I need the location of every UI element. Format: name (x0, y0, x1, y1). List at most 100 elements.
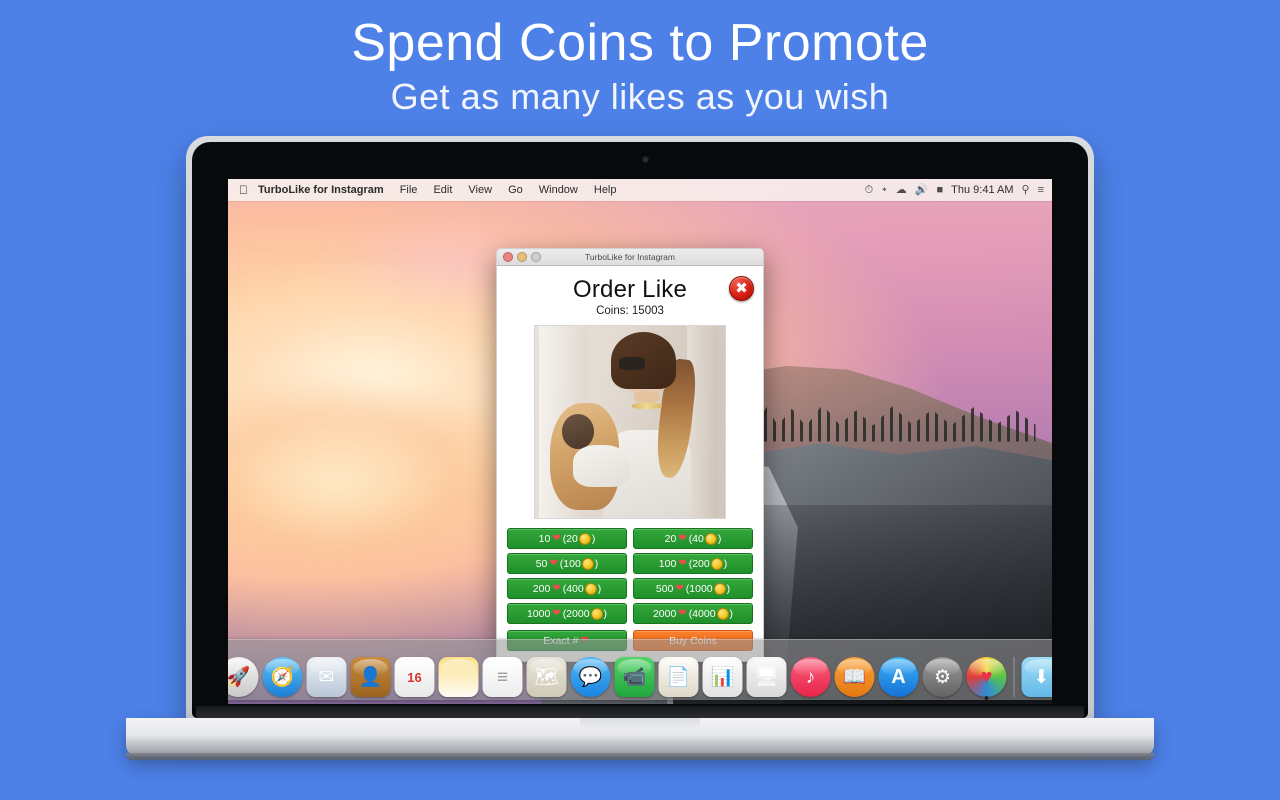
menu-item-go[interactable]: Go (500, 184, 531, 196)
system-preferences-icon: ⚙ (933, 666, 952, 688)
menu-bar-clock[interactable]: Thu 9:41 AM (951, 184, 1013, 196)
order-option-500[interactable]: 500 ❤ (1000 ) (633, 578, 753, 599)
screen:  TurboLike for Instagram File Edit View… (228, 179, 1052, 704)
order-paren-50: ) (594, 557, 599, 570)
order-option-1000[interactable]: 1000 ❤ (2000 ) (507, 603, 627, 624)
coin-icon (704, 532, 717, 545)
menu-item-view[interactable]: View (460, 184, 500, 196)
order-likes-100: 100 (658, 557, 677, 570)
menu-app-name[interactable]: TurboLike for Instagram (258, 184, 392, 196)
reminders-icon: ≡ (496, 666, 509, 688)
headline: Spend Coins to Promote Get as many likes… (0, 12, 1280, 120)
dock-item-launchpad[interactable]: 🚀 (228, 657, 259, 697)
icon-gloss (441, 659, 476, 677)
order-options-grid: 10 ❤ (20 ) 20 ❤ (40 ) 50 ❤ (100) 100 ❤ … (507, 528, 753, 624)
laptop-base (126, 718, 1154, 756)
order-paren-100: ) (723, 557, 728, 570)
page-title: Order Like (572, 276, 688, 303)
dock-item-pages[interactable]: 📄 (658, 657, 699, 697)
order-price-200: (400 (562, 582, 584, 595)
order-likes-10: 10 (538, 532, 551, 545)
turbolike-icon: ♥ (980, 666, 993, 688)
order-paren-20: ) (717, 532, 722, 545)
order-paren-10: ) (591, 532, 596, 545)
menu-item-help[interactable]: Help (586, 184, 625, 196)
menu-item-edit[interactable]: Edit (425, 184, 460, 196)
app-window: TurboLike for Instagram ✖ Order Like Coi… (496, 248, 764, 662)
facetime-icon: 📹 (622, 666, 647, 688)
spotlight-search-icon[interactable]: ⚲ (1022, 184, 1030, 196)
pages-icon: 📄 (666, 666, 691, 688)
contacts-icon: 👤 (358, 666, 383, 688)
order-price-1000: (2000 (562, 607, 590, 620)
order-option-10[interactable]: 10 ❤ (20 ) (507, 528, 627, 549)
menu-item-window[interactable]: Window (531, 184, 586, 196)
ibooks-icon: 📖 (842, 666, 867, 688)
itunes-icon: ♪ (805, 666, 816, 688)
dock-item-ibooks[interactable]: 📖 (834, 657, 875, 697)
order-paren-200: ) (597, 582, 602, 595)
numbers-icon: 📊 (710, 666, 735, 688)
dock-item-reminders[interactable]: ≡ (482, 657, 523, 697)
order-price-50: (100 (559, 557, 581, 570)
dock-item-itunes[interactable]: ♪ (790, 657, 831, 697)
order-likes-20: 20 (664, 532, 677, 545)
volume-icon[interactable]: 🔊 (915, 184, 929, 196)
order-likes-50: 50 (535, 557, 548, 570)
app-body: ✖ Order Like Coins: 15003 10 ❤ (20) 20 … (497, 266, 763, 659)
dock-item-app-store[interactable]: A (878, 657, 919, 697)
headline-line-2: Get as many likes as you wish (390, 76, 890, 117)
instagram-photo[interactable] (534, 325, 726, 519)
downloads-folder-icon: ⬇ (1033, 666, 1050, 688)
heart-icon: ❤ (552, 608, 561, 619)
order-option-20[interactable]: 20 ❤ (40 ) (633, 528, 753, 549)
dock-item-mail[interactable]: ✉ (306, 657, 347, 697)
close-icon[interactable]: ✖ (729, 276, 754, 301)
dock-item-maps[interactable]: 🗺 (526, 657, 567, 697)
heart-icon: ❤ (552, 533, 561, 544)
order-price-100: (200 (688, 557, 710, 570)
notification-center-icon[interactable]: ≡ (1038, 184, 1044, 196)
dock-separator (1013, 657, 1015, 697)
coin-icon (716, 607, 729, 620)
dock-item-turbolike[interactable]: ♥ (966, 657, 1007, 700)
webcam-icon (642, 156, 649, 163)
dock-item-safari[interactable]: 🧭 (262, 657, 303, 697)
order-option-200[interactable]: 200 ❤ (400 ) (507, 578, 627, 599)
dock-item-keynote[interactable]: 🖥 (746, 657, 787, 697)
dock-item-system-preferences[interactable]: ⚙ (922, 657, 963, 697)
order-option-100[interactable]: 100 ❤ (200 ) (633, 553, 753, 574)
calendar-icon: 16 (407, 669, 422, 685)
dock-item-contacts[interactable]: 👤 (350, 657, 391, 697)
order-option-2000[interactable]: 2000 ❤ (4000 ) (633, 603, 753, 624)
coins-balance: Coins: 15003 (596, 305, 664, 317)
dock-item-notes[interactable] (438, 657, 479, 697)
heart-icon: ❤ (549, 558, 558, 569)
dock-item-facetime[interactable]: 📹 (614, 657, 655, 697)
keynote-icon: 🖥 (754, 666, 779, 688)
dock-item-numbers[interactable]: 📊 (702, 657, 743, 697)
order-likes-1000: 1000 (526, 607, 551, 620)
bluetooth-icon[interactable]: ᛭ (881, 184, 888, 196)
time-machine-icon[interactable]: ⏱ (865, 184, 874, 196)
window-title-bar[interactable]: TurboLike for Instagram (497, 249, 763, 266)
heart-icon: ❤ (678, 558, 687, 569)
order-option-50[interactable]: 50 ❤ (100 ) (507, 553, 627, 574)
wifi-icon[interactable]: ☁ (896, 184, 907, 196)
order-likes-2000: 2000 (652, 607, 677, 620)
photo-arm (573, 445, 630, 488)
coin-icon (584, 582, 597, 595)
coin-icon (581, 557, 594, 570)
menu-bar-status-area: ⏱ ᛭ ☁ 🔊 ■ Thu 9:41 AM ⚲ ≡ (865, 184, 1052, 196)
menu-item-file[interactable]: File (392, 184, 426, 196)
coin-icon (713, 582, 726, 595)
dock-item-calendar[interactable]: 16 (394, 657, 435, 697)
heart-icon: ❤ (552, 583, 561, 594)
dock-item-downloads-folder[interactable]: ⬇ (1021, 657, 1052, 697)
apple-menu-icon[interactable]:  (228, 184, 258, 196)
order-price-500: (1000 (685, 582, 713, 595)
dock-item-messages[interactable]: 💬 (570, 657, 611, 697)
messages-icon: 💬 (578, 666, 603, 688)
heart-icon: ❤ (678, 533, 687, 544)
battery-icon[interactable]: ■ (936, 184, 943, 196)
